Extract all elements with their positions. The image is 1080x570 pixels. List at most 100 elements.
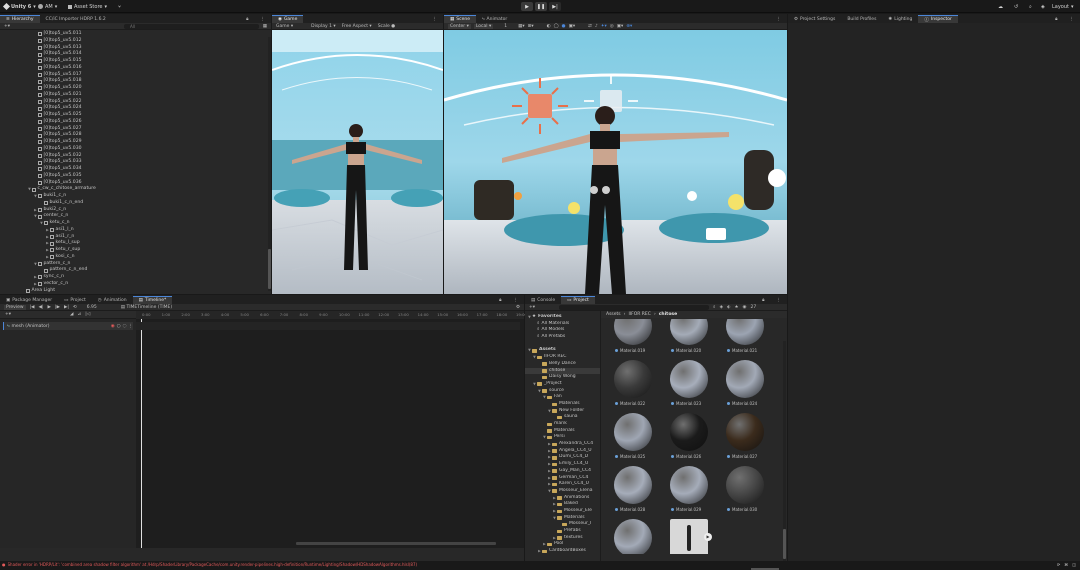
cloud-button[interactable]: ☁ bbox=[998, 2, 1003, 11]
project-tree-item[interactable]: ▶Alexandra_CC4 bbox=[525, 441, 600, 448]
lock-icon[interactable]: 🔒︎ bbox=[1049, 15, 1063, 23]
animator-track[interactable]: ⤷ mesh (Animator) ◉ ○ ◌ ⋮ bbox=[3, 322, 133, 330]
progress-icon[interactable]: ⟳ bbox=[1057, 562, 1060, 567]
filter-label-icon[interactable]: ◈ bbox=[720, 305, 723, 310]
more-menu-icon[interactable]: ⋮ bbox=[508, 296, 525, 304]
asset-tile[interactable]: ▶mesh bbox=[669, 519, 709, 554]
first-frame-icon[interactable]: |◀ bbox=[30, 305, 35, 310]
snap-field[interactable]: 1 bbox=[504, 24, 507, 29]
hierarchy-item[interactable]: [0]top5_uv5.033 bbox=[0, 159, 271, 166]
project-tree-item[interactable]: Mosseur_I bbox=[525, 521, 600, 528]
pause-button[interactable]: ❚❚ bbox=[535, 2, 547, 11]
hierarchy-item[interactable]: ▼pattern_c_n bbox=[0, 261, 271, 268]
next-frame-icon[interactable]: |▶ bbox=[55, 305, 60, 310]
asset-tile[interactable]: Material.029 bbox=[669, 466, 709, 516]
display-dropdown[interactable]: Display 1 ▾ bbox=[311, 24, 336, 29]
hierarchy-item[interactable]: [0]top5_uv5.021 bbox=[0, 92, 271, 99]
notifications-icon[interactable]: ◫ bbox=[1072, 562, 1076, 567]
playhead[interactable] bbox=[141, 319, 142, 548]
hierarchy-item[interactable]: [0]top5_uv5.015 bbox=[0, 58, 271, 65]
asset-tile[interactable]: Material.031 bbox=[613, 519, 653, 554]
more-menu-icon[interactable]: ⋮ bbox=[255, 15, 272, 23]
hierarchy-item[interactable]: ▼buki1_c_n bbox=[0, 193, 271, 200]
project-tree-item[interactable]: ⌕All Models bbox=[525, 327, 600, 334]
scene-camera-icon[interactable]: ▣▾ bbox=[617, 24, 624, 29]
tab-animator[interactable]: ⤷Animator bbox=[476, 15, 513, 23]
breadcrumb-item[interactable]: chitose bbox=[659, 312, 677, 317]
shading-icon[interactable]: ◐ bbox=[547, 24, 551, 29]
hierarchy-item[interactable]: [0]top5_uv5.028 bbox=[0, 132, 271, 139]
project-tree-item[interactable]: ▶German_CC4 bbox=[525, 475, 600, 482]
wireframe-icon[interactable]: ◯ bbox=[554, 24, 559, 29]
prev-frame-icon[interactable]: ◀| bbox=[39, 305, 44, 310]
scale-slider[interactable]: Scale ● bbox=[378, 24, 395, 29]
last-frame-icon[interactable]: ▶| bbox=[64, 305, 69, 310]
scene-viewport[interactable] bbox=[444, 30, 787, 294]
asset-tile[interactable]: Material.028 bbox=[613, 466, 653, 516]
hierarchy-item[interactable]: [0]top5_uv5.034 bbox=[0, 166, 271, 173]
grid-icon[interactable]: ▦▾ bbox=[518, 24, 525, 29]
hierarchy-item[interactable]: [0]top5_uv5.026 bbox=[0, 119, 271, 126]
unity-account-button[interactable]: Unity 6▾ bbox=[4, 2, 36, 11]
hierarchy-item[interactable]: [0]top5_uv5.027 bbox=[0, 126, 271, 133]
project-tree-item[interactable]: ▶textures bbox=[525, 535, 600, 542]
project-tree-item[interactable]: ▶Dumi_CC4_D bbox=[525, 454, 600, 461]
asset-tile[interactable]: Material.020 bbox=[669, 319, 709, 357]
hierarchy-item[interactable]: [0]top5_uv5.024 bbox=[0, 105, 271, 112]
project-tree-item[interactable]: ▶Animations bbox=[525, 495, 600, 502]
project-tree-item[interactable]: ▼Materials bbox=[525, 515, 600, 522]
more-menu-icon[interactable]: ⋮ bbox=[427, 15, 444, 23]
tab-project[interactable]: ▭Project bbox=[58, 296, 92, 304]
hierarchy-item[interactable]: ▶sync_c_n bbox=[0, 274, 271, 281]
step-button[interactable]: ▶| bbox=[549, 2, 561, 11]
project-tree-item[interactable]: ▶CardboardBoxes bbox=[525, 548, 600, 555]
filter-icon[interactable]: ▦ bbox=[263, 24, 267, 29]
hierarchy-item[interactable]: [0]top5_uv5.035 bbox=[0, 173, 271, 180]
tab-build-profiles[interactable]: Build Profiles bbox=[841, 15, 882, 23]
project-scrollbar[interactable] bbox=[783, 341, 786, 561]
lock-icon[interactable]: 🔒︎ bbox=[240, 15, 254, 23]
hierarchy-item[interactable]: ▶asi1_l_n bbox=[0, 227, 271, 234]
hierarchy-item[interactable]: [0]top5_uv5.017 bbox=[0, 72, 271, 79]
hierarchy-item[interactable]: [0]top5_uv5.016 bbox=[0, 65, 271, 72]
project-tree-item[interactable]: ▼New Folder bbox=[525, 408, 600, 415]
hierarchy-item[interactable]: ▶ketu_r_sup bbox=[0, 247, 271, 254]
project-tree-item[interactable]: ⌕All Materials bbox=[525, 321, 600, 328]
hierarchy-item[interactable]: [0]top5_uv5.029 bbox=[0, 139, 271, 146]
hierarchy-item[interactable]: [0]top5_uv5.013 bbox=[0, 45, 271, 52]
lock-icon[interactable]: 🔒︎ bbox=[756, 296, 770, 304]
play-preview-icon[interactable]: ▶ bbox=[704, 533, 712, 541]
hierarchy-item[interactable]: pattern_c_n_end bbox=[0, 267, 271, 274]
asset-tile[interactable]: Material.026 bbox=[669, 413, 709, 463]
project-tree-item[interactable]: ▶Gay_Man_CC4 bbox=[525, 468, 600, 475]
user-account-button[interactable]: AM▾ bbox=[38, 2, 57, 11]
play-icon[interactable]: ▶ bbox=[48, 305, 51, 310]
record-icon[interactable]: ◉ bbox=[111, 324, 115, 329]
tab-cc-importer[interactable]: CC/iC Importer HDRP 1.6.2 bbox=[40, 15, 112, 23]
tab-lighting[interactable]: ✺Lighting bbox=[882, 15, 918, 23]
tab-project-browser[interactable]: ▭Project bbox=[561, 296, 595, 304]
project-tree-item[interactable]: chitose bbox=[525, 368, 600, 375]
preview-toggle[interactable]: Preview bbox=[4, 305, 26, 310]
timeline-asset-selector[interactable]: ▤ TIMETimeline (TIME) bbox=[121, 305, 172, 310]
pivot-dropdown[interactable]: Center ▾ bbox=[448, 24, 471, 29]
project-tree-item[interactable]: ▶Pool bbox=[525, 541, 600, 548]
lock-tracks-icon[interactable]: |◁ bbox=[85, 312, 90, 317]
project-tree-item[interactable]: ▶Angela_CC4_U bbox=[525, 448, 600, 455]
favorite-icon[interactable]: ★ bbox=[735, 305, 739, 310]
add-icon[interactable]: +▾ bbox=[4, 24, 10, 29]
hierarchy-item[interactable]: [0]top5_uv5.020 bbox=[0, 85, 271, 92]
project-tree-item[interactable]: ▼Fan bbox=[525, 394, 600, 401]
hierarchy-item[interactable]: [0]top5_uv5.030 bbox=[0, 146, 271, 153]
asset-tile[interactable]: Material.019 bbox=[613, 319, 653, 357]
play-button[interactable]: ▶ bbox=[521, 2, 533, 11]
marker-icon[interactable]: ◢ bbox=[70, 312, 73, 317]
aspect-dropdown[interactable]: Free Aspect ▾ bbox=[342, 24, 372, 29]
2d-toggle-icon[interactable]: ⇄ bbox=[588, 24, 592, 29]
hierarchy-item[interactable]: ▶asi1_r_n bbox=[0, 234, 271, 241]
project-tree-item[interactable]: ▼Persi bbox=[525, 434, 600, 441]
project-tree-item[interactable]: ▶Mosseur_Ele bbox=[525, 508, 600, 515]
create-icon[interactable]: +▾ bbox=[529, 305, 535, 310]
tab-game[interactable]: ◉Game bbox=[272, 15, 303, 23]
audio-icon[interactable]: ♪ bbox=[595, 24, 598, 29]
